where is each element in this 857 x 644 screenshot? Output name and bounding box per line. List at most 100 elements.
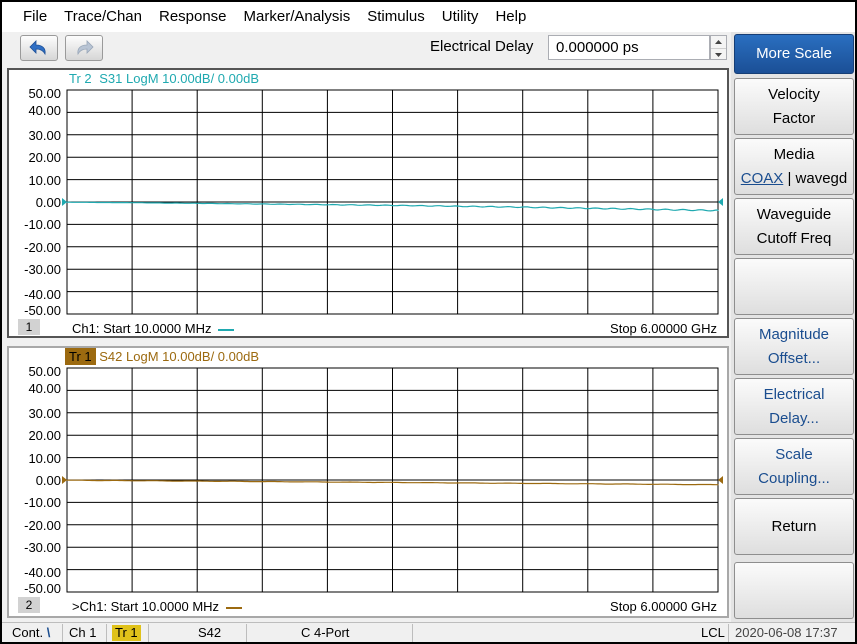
media-waveguide-option[interactable]: | wavegd xyxy=(783,170,847,187)
softkey-blank-1[interactable] xyxy=(734,258,854,315)
status-divider xyxy=(246,624,247,642)
menu-file[interactable]: File xyxy=(23,2,47,32)
y-tick-label: -20.00 xyxy=(24,239,61,255)
trace-point xyxy=(521,206,523,208)
electrical-delay-label: Electrical Delay xyxy=(430,38,534,55)
y-tick-label: 0.00 xyxy=(35,473,61,488)
trace-point xyxy=(195,202,197,204)
electrical-delay-spinner[interactable] xyxy=(710,35,727,60)
menu-help[interactable]: Help xyxy=(495,2,526,32)
menu-trace-chan[interactable]: Trace/Chan xyxy=(64,2,142,32)
stop-frequency-label: Stop 6.00000 GHz xyxy=(610,599,717,614)
y-tick-label: 10.00 xyxy=(28,450,61,466)
softkey-label: Factor xyxy=(772,109,816,127)
y-tick-label: 0.00 xyxy=(35,195,61,210)
undo-button[interactable] xyxy=(20,35,58,61)
channel-number-badge: 1 xyxy=(18,319,40,335)
trace-plot-area[interactable] xyxy=(9,348,727,616)
softkey-label: More Scale xyxy=(756,45,832,62)
status-divider xyxy=(148,624,149,642)
y-tick-label: 40.00 xyxy=(28,381,61,397)
softkey-more-scale[interactable]: More Scale xyxy=(734,34,854,74)
media-coax-option[interactable]: COAX xyxy=(741,170,784,187)
softkey-label: Electrical xyxy=(763,385,825,403)
menu-response[interactable]: Response xyxy=(159,2,227,32)
trace-point xyxy=(326,481,328,483)
y-tick-label: 50.00 xyxy=(28,86,61,101)
status-divider xyxy=(728,624,729,642)
spin-up-icon[interactable] xyxy=(711,36,726,48)
trace-point xyxy=(456,205,458,207)
softkey-panel: More Scale Velocity Factor Media COAX | … xyxy=(731,32,855,622)
softkey-magnitude-offset[interactable]: Magnitude Offset... xyxy=(734,318,854,375)
analyzer-window: File Trace/Chan Response Marker/Analysis… xyxy=(0,0,857,644)
softkey-velocity-factor[interactable]: Velocity Factor xyxy=(734,78,854,135)
trace-point xyxy=(586,483,589,485)
menu-marker-analysis[interactable]: Marker/Analysis xyxy=(244,2,351,32)
softkey-label: Magnitude xyxy=(758,325,830,343)
channel-number-badge: 2 xyxy=(18,597,40,613)
softkey-return[interactable]: Return xyxy=(734,498,854,555)
trace-legend-line xyxy=(218,328,235,331)
softkey-electrical-delay[interactable]: Electrical Delay... xyxy=(734,378,854,435)
trace-point xyxy=(652,483,654,485)
trace-point xyxy=(521,482,523,484)
trace-point xyxy=(130,480,132,482)
y-tick-label: -30.00 xyxy=(24,262,61,278)
channel-window-1[interactable]: Tr 2 S31 LogM 10.00dB/ 0.00dB 50.00 40.00… xyxy=(7,68,729,338)
softkey-label: Coupling... xyxy=(758,469,830,487)
status-divider xyxy=(412,624,413,642)
trace-point xyxy=(456,482,458,484)
trace-point xyxy=(130,202,132,204)
status-calibration: C 4-Port xyxy=(301,625,350,640)
toolbar: Electrical Delay xyxy=(2,32,731,64)
y-tick-label: 20.00 xyxy=(28,150,61,166)
trace-point xyxy=(260,480,263,483)
y-tick-label: -20.00 xyxy=(24,517,61,533)
redo-arrow-icon xyxy=(77,40,94,56)
softkey-blank-2[interactable] xyxy=(734,562,854,619)
status-lcl: LCL xyxy=(701,625,725,640)
status-active-channel[interactable]: Ch 1 xyxy=(69,625,96,641)
menu-stimulus[interactable]: Stimulus xyxy=(367,2,425,32)
trace-point xyxy=(391,481,393,484)
y-tick-label: -10.00 xyxy=(24,217,61,233)
menu-bar: File Trace/Chan Response Marker/Analysis… xyxy=(2,2,855,32)
trace-point xyxy=(66,479,68,481)
status-datetime: 2020-06-08 17:37 xyxy=(735,625,838,640)
status-sweep-mode[interactable]: Cont. \ xyxy=(12,625,50,641)
status-parameter: S42 xyxy=(198,625,222,640)
menu-utility[interactable]: Utility xyxy=(442,2,479,32)
softkey-scale-coupling[interactable]: Scale Coupling... xyxy=(734,438,854,495)
y-tick-label: 10.00 xyxy=(28,172,61,188)
softkey-waveguide-cutoff[interactable]: Waveguide Cutoff Freq xyxy=(734,198,854,255)
undo-arrow-icon xyxy=(29,40,46,56)
y-tick-label: 30.00 xyxy=(28,127,61,143)
reference-marker-left-icon xyxy=(62,198,67,206)
start-frequency-text: >Ch1: Start 10.0000 MHz xyxy=(72,599,220,614)
channel-window-2[interactable]: Tr 1 S42 LogM 10.00dB/ 0.00dB 50.00 40.00… xyxy=(7,346,729,618)
softkey-label: Offset... xyxy=(767,349,821,367)
reference-marker-left-icon xyxy=(62,476,67,484)
electrical-delay-input[interactable] xyxy=(548,35,710,60)
y-tick-label: -50.00 xyxy=(24,581,61,596)
y-tick-label: -40.00 xyxy=(24,564,61,580)
status-sweep-text: Cont. xyxy=(12,625,44,640)
spin-down-icon[interactable] xyxy=(711,48,726,60)
trace-plot-area[interactable] xyxy=(9,70,727,336)
redo-button[interactable] xyxy=(65,35,103,61)
status-active-trace[interactable]: Tr 1 xyxy=(112,625,141,641)
softkey-label: Scale xyxy=(775,445,813,463)
sweep-indicator-icon: \ xyxy=(46,625,51,640)
start-frequency-label: >Ch1: Start 10.0000 MHz xyxy=(72,599,242,614)
status-divider xyxy=(62,624,63,642)
trace-point xyxy=(717,484,719,486)
trace-legend-line xyxy=(225,606,242,609)
trace-point xyxy=(195,480,197,482)
softkey-label: Cutoff Freq xyxy=(756,229,832,247)
softkey-media[interactable]: Media COAX | wavegd xyxy=(734,138,854,195)
softkey-label: Return xyxy=(771,517,817,535)
y-tick-label: -40.00 xyxy=(24,286,61,302)
status-divider xyxy=(106,624,107,642)
trace-point xyxy=(586,207,589,209)
